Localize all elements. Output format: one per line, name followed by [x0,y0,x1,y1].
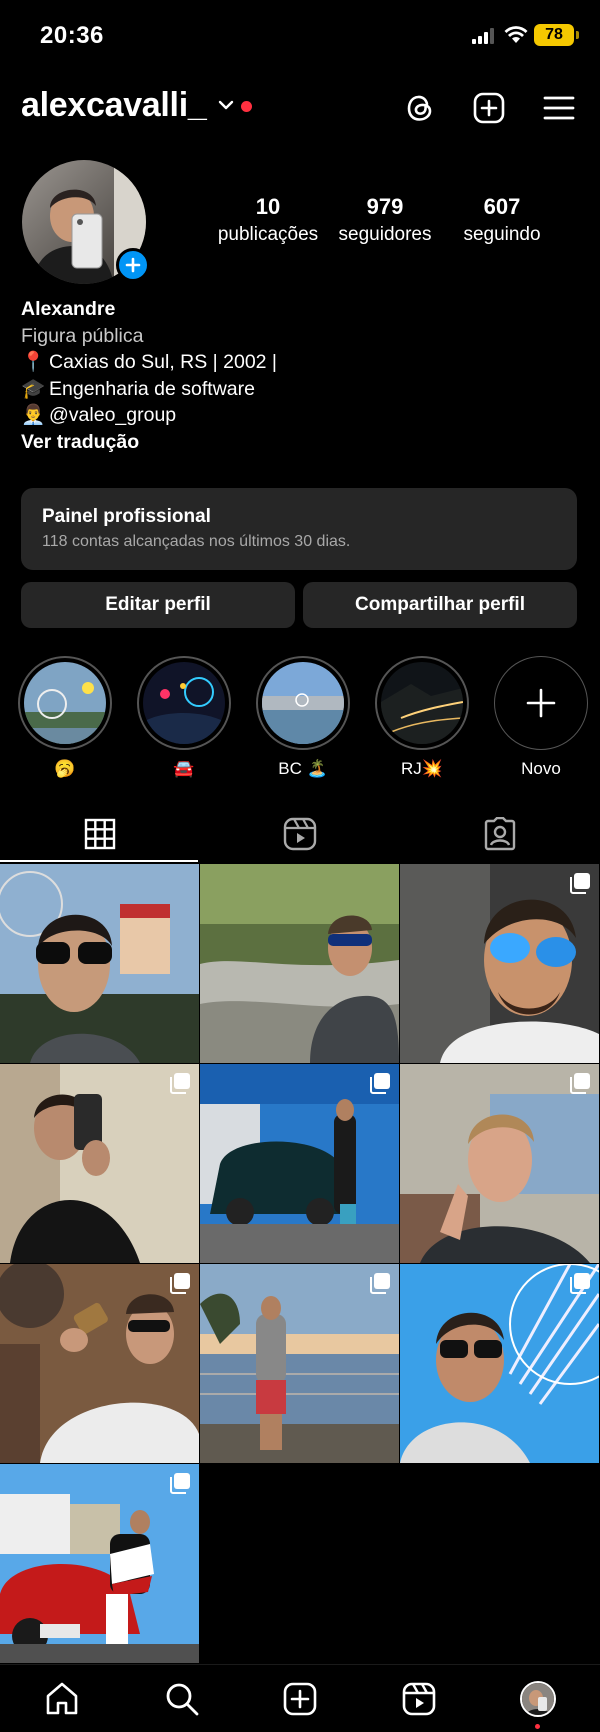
professional-dashboard[interactable]: Painel profissional 118 contas alcançada… [21,488,577,570]
highlight-ring [375,656,469,750]
avatar [520,1681,556,1717]
carousel-icon [169,1072,191,1099]
reels-icon[interactable] [399,1679,439,1719]
display-name: Alexandre [21,298,116,320]
stat-posts: 10 publicações [214,194,322,246]
status-time: 20:36 [40,22,104,49]
bio-text: Caxias do Sul, RS | 2002 | [49,351,278,373]
highlight-item[interactable]: 🥱 [18,656,112,781]
bio-text: Engenharia de software [49,377,255,400]
active-tab-indicator [0,860,198,862]
add-story-button[interactable] [116,248,150,282]
panel-subtitle: 118 contas alcançadas nos últimos 30 dia… [42,533,351,550]
status-bar: 20:36 78 [0,0,600,72]
carousel-icon [569,1072,591,1099]
highlight-ring [137,656,231,750]
post-thumbnail[interactable] [0,1064,199,1263]
stat-value: 607 [483,194,521,219]
bottom-navigation [0,1664,600,1732]
post-thumbnail[interactable] [400,1064,599,1263]
carousel-icon [569,872,591,899]
bio-mention-link[interactable]: @valeo_group [49,402,176,429]
chevron-down-icon[interactable] [218,98,234,116]
new-highlight-button[interactable]: Novo [494,656,588,781]
post-thumbnail[interactable] [200,1064,399,1263]
reels-icon [283,817,317,851]
profile-header: alexcavalli_ [0,80,600,136]
tagged-icon [484,817,516,851]
post-thumbnail[interactable] [200,864,399,1063]
highlight-item[interactable]: BC 🏝️ [256,656,350,781]
plus-icon [526,688,556,718]
home-icon[interactable] [42,1679,82,1719]
carousel-icon [369,1272,391,1299]
highlight-label: Novo [521,759,561,778]
office-worker-icon: 👨‍💼 [21,404,46,426]
stat-label: seguindo [463,224,541,245]
stat-value: 979 [366,194,404,219]
menu-icon[interactable] [539,88,579,128]
carousel-icon [169,1272,191,1299]
carousel-icon [569,1272,591,1299]
wifi-icon [504,26,528,49]
stat-followers[interactable]: 979 seguidores [330,194,440,246]
stat-following[interactable]: 607 seguindo [452,194,552,246]
post-thumbnail[interactable] [0,1464,199,1663]
post-thumbnail[interactable] [0,1264,199,1463]
tab-grid[interactable] [0,806,200,862]
username[interactable]: alexcavalli_ [21,86,207,125]
pin-icon: 📍 [21,351,46,373]
highlight-ring [18,656,112,750]
profile-category: Figura pública [21,324,144,347]
create-icon[interactable] [469,88,509,128]
profile-bio: Alexandre Figura pública 📍 Caxias do Sul… [21,296,277,455]
carousel-icon [169,1472,191,1499]
graduation-cap-icon: 🎓 [21,377,46,400]
signal-icon [472,28,498,49]
tab-tagged[interactable] [400,806,600,862]
battery-indicator: 78 [534,24,579,46]
post-thumbnail[interactable] [0,864,199,1063]
notification-dot [535,1724,540,1729]
search-icon[interactable] [162,1679,202,1719]
post-thumbnail[interactable] [400,864,599,1063]
panel-title: Painel profissional [42,506,211,527]
highlight-label: RJ💥 [401,759,443,778]
tab-reels[interactable] [200,806,400,862]
highlight-item[interactable]: RJ💥 [375,656,469,781]
post-thumbnail[interactable] [200,1264,399,1463]
highlight-ring [256,656,350,750]
notification-dot [241,101,252,112]
edit-profile-button[interactable]: Editar perfil [21,582,295,628]
plus-icon [125,257,141,273]
bio-line: 📍 Caxias do Sul, RS | 2002 | [21,349,277,376]
profile-tab[interactable] [518,1679,558,1719]
grid-icon [84,818,116,850]
stat-label: publicações [217,224,319,245]
threads-icon[interactable] [400,88,440,128]
see-translation-link[interactable]: Ver tradução [21,429,277,456]
bio-line: 🎓 Engenharia de software [21,376,277,403]
stat-value: 10 [255,194,281,219]
highlight-item[interactable]: 🚘 [137,656,231,781]
highlight-label: 🚘 [173,759,195,778]
bio-line: 👨‍💼 @valeo_group [21,402,277,429]
post-thumbnail[interactable] [400,1264,599,1463]
carousel-icon [369,1072,391,1099]
highlight-ring [494,656,588,750]
highlight-label: BC 🏝️ [278,759,328,778]
create-icon[interactable] [280,1679,320,1719]
highlight-label: 🥱 [54,759,76,778]
stat-label: seguidores [338,224,432,245]
profile-avatar-container[interactable] [22,160,150,284]
share-profile-button[interactable]: Compartilhar perfil [303,582,577,628]
